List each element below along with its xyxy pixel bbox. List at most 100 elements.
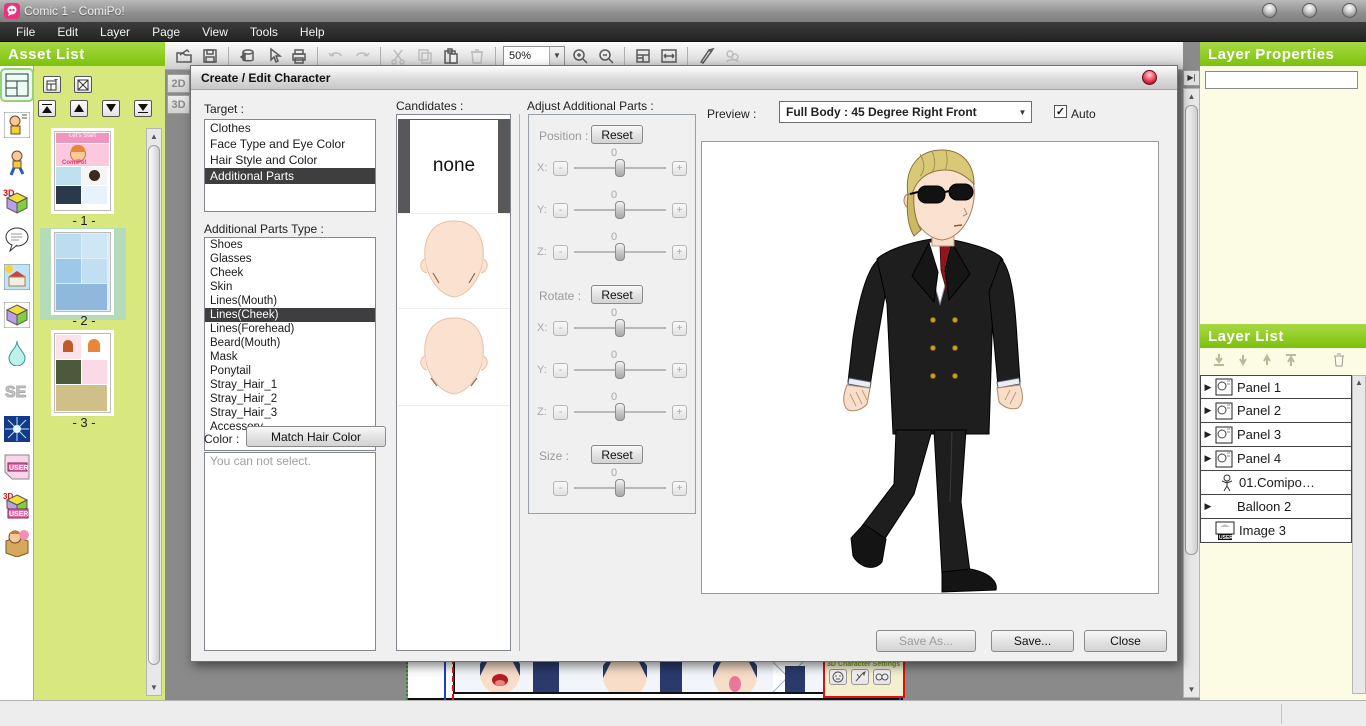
- layer-row-panel1[interactable]: ▶ Panel 1: [1200, 375, 1352, 399]
- close-button[interactable]: [1342, 3, 1357, 18]
- category-user-2d-icon[interactable]: USER: [2, 452, 32, 482]
- target-option[interactable]: Face Type and Eye Color: [205, 136, 375, 152]
- delete-page-button[interactable]: [74, 76, 92, 93]
- parts-type-option[interactable]: Glasses: [205, 252, 375, 266]
- category-character-icon[interactable]: [2, 110, 32, 140]
- select-tool-icon[interactable]: [262, 45, 284, 67]
- fit-width-icon[interactable]: [658, 45, 680, 67]
- layer-row-panel4[interactable]: ▶ Panel 4: [1200, 447, 1352, 471]
- category-character-pose-icon[interactable]: [2, 148, 32, 178]
- layer-name-field[interactable]: [1205, 71, 1358, 89]
- parts-type-option[interactable]: Stray_Hair_1: [205, 378, 375, 392]
- category-effect-drop-icon[interactable]: [2, 338, 32, 368]
- position-reset-button[interactable]: Reset: [591, 125, 643, 144]
- target-option-selected[interactable]: Additional Parts: [205, 168, 375, 184]
- delete-layer-icon[interactable]: [1332, 352, 1346, 370]
- combo-arrow-icon[interactable]: ▼: [1014, 108, 1031, 117]
- pose-settings-icon[interactable]: [851, 669, 869, 685]
- zoom-in-icon[interactable]: [569, 45, 591, 67]
- menu-view[interactable]: View: [192, 23, 238, 41]
- expand-arrow-icon[interactable]: ▶: [1201, 453, 1215, 464]
- next-page-button[interactable]: [102, 100, 120, 117]
- minimize-button[interactable]: [1262, 3, 1277, 18]
- menu-file[interactable]: File: [6, 23, 45, 41]
- match-hair-color-button[interactable]: Match Hair Color: [246, 426, 386, 447]
- parts-type-option[interactable]: Stray_Hair_3: [205, 406, 375, 420]
- mode-3d-button[interactable]: 3D: [167, 95, 190, 114]
- scroll-down-arrow[interactable]: ▼: [1184, 685, 1199, 694]
- parts-type-option[interactable]: Mask: [205, 350, 375, 364]
- collapse-panel-button[interactable]: ▶|: [1183, 70, 1200, 86]
- asset-scrollbar[interactable]: ▲ ▼: [146, 128, 162, 696]
- expand-arrow-icon[interactable]: ▶: [1201, 501, 1215, 512]
- size-reset-button[interactable]: Reset: [591, 445, 643, 464]
- menu-tools[interactable]: Tools: [240, 23, 288, 41]
- first-page-button[interactable]: [38, 100, 56, 117]
- parts-type-option[interactable]: Beard(Mouth): [205, 336, 375, 350]
- parts-type-option[interactable]: Skin: [205, 280, 375, 294]
- page-thumbnail-1[interactable]: Let's Start ComiPo!: [54, 131, 111, 211]
- paste-icon[interactable]: [440, 45, 462, 67]
- mode-2d-button[interactable]: 2D: [167, 74, 190, 93]
- layer-row-character[interactable]: 01.Comipo…: [1200, 471, 1352, 495]
- zoom-select[interactable]: 50% ▼: [503, 46, 565, 66]
- character-wizard-icon[interactable]: [695, 45, 717, 67]
- layer-row-panel3[interactable]: ▶ Panel 3: [1200, 423, 1352, 447]
- canvas-vscrollbar[interactable]: ▲ ▼: [1183, 88, 1200, 698]
- candidate-face-2[interactable]: [398, 311, 510, 406]
- zoom-out-icon[interactable]: [595, 45, 617, 67]
- save-button[interactable]: Save...: [991, 630, 1074, 652]
- layer-row-image[interactable]: USER Image 3: [1200, 519, 1352, 543]
- parts-type-option[interactable]: Cheek: [205, 266, 375, 280]
- category-panel-layout-icon[interactable]: [2, 70, 32, 100]
- canvas-scroll-thumb[interactable]: [1185, 105, 1198, 555]
- face-settings-icon[interactable]: [829, 669, 847, 685]
- menu-layer[interactable]: Layer: [90, 23, 140, 41]
- layer-row-balloon[interactable]: ▶ Balloon 2: [1200, 495, 1352, 519]
- expand-arrow-icon[interactable]: ▶: [1201, 405, 1215, 416]
- candidate-none[interactable]: none: [398, 119, 510, 214]
- parts-type-option[interactable]: Lines(Mouth): [205, 294, 375, 308]
- parts-type-option-selected[interactable]: Lines(Cheek): [205, 308, 375, 322]
- menu-help[interactable]: Help: [290, 23, 335, 41]
- target-option[interactable]: Hair Style and Color: [205, 152, 375, 168]
- maximize-button[interactable]: [1302, 3, 1317, 18]
- zoom-dropdown-arrow[interactable]: ▼: [549, 47, 564, 65]
- save-icon[interactable]: [199, 45, 221, 67]
- close-dialog-button[interactable]: Close: [1084, 630, 1167, 652]
- candidate-face-1[interactable]: [398, 214, 510, 309]
- auto-checkbox[interactable]: ✓: [1054, 105, 1067, 118]
- page-grid-icon[interactable]: [632, 45, 654, 67]
- scroll-up-arrow[interactable]: ▲: [147, 132, 161, 141]
- dialog-title-bar[interactable]: Create / Edit Character: [191, 66, 1177, 90]
- parts-type-option[interactable]: Ponytail: [205, 364, 375, 378]
- menu-edit[interactable]: Edit: [47, 23, 88, 41]
- dialog-close-icon[interactable]: [1142, 70, 1157, 85]
- parts-type-option[interactable]: Shoes: [205, 238, 375, 252]
- menu-page[interactable]: Page: [142, 23, 190, 41]
- open-icon[interactable]: [173, 45, 195, 67]
- page-thumbnail-3[interactable]: [54, 333, 111, 413]
- scroll-up-arrow[interactable]: ▲: [1353, 378, 1365, 387]
- category-background-icon[interactable]: [2, 262, 32, 292]
- preview-view-select[interactable]: Full Body : 45 Degree Right Front ▼: [779, 101, 1032, 123]
- parts-type-option[interactable]: Lines(Forehead): [205, 322, 375, 336]
- category-effect-flash-icon[interactable]: [2, 414, 32, 444]
- expand-arrow-icon[interactable]: ▶: [1201, 382, 1215, 393]
- expand-arrow-icon[interactable]: ▶: [1201, 429, 1215, 440]
- page-thumbnail-2[interactable]: [54, 232, 111, 312]
- layer-list-scrollbar[interactable]: ▲: [1352, 375, 1366, 694]
- asset-scroll-thumb[interactable]: [148, 145, 160, 665]
- export-icon[interactable]: [236, 45, 258, 67]
- add-page-button[interactable]: [43, 76, 61, 93]
- scroll-down-arrow[interactable]: ▼: [147, 683, 161, 692]
- scroll-up-arrow[interactable]: ▲: [1184, 92, 1199, 101]
- rotate-reset-button[interactable]: Reset: [591, 285, 643, 304]
- print-icon[interactable]: [288, 45, 310, 67]
- prev-page-button[interactable]: [70, 100, 88, 117]
- category-balloon-icon[interactable]: [2, 224, 32, 254]
- last-page-button[interactable]: [134, 100, 152, 117]
- camera-settings-icon[interactable]: [873, 669, 891, 685]
- category-item-icon[interactable]: [2, 300, 32, 330]
- category-user-character-icon[interactable]: [2, 528, 32, 558]
